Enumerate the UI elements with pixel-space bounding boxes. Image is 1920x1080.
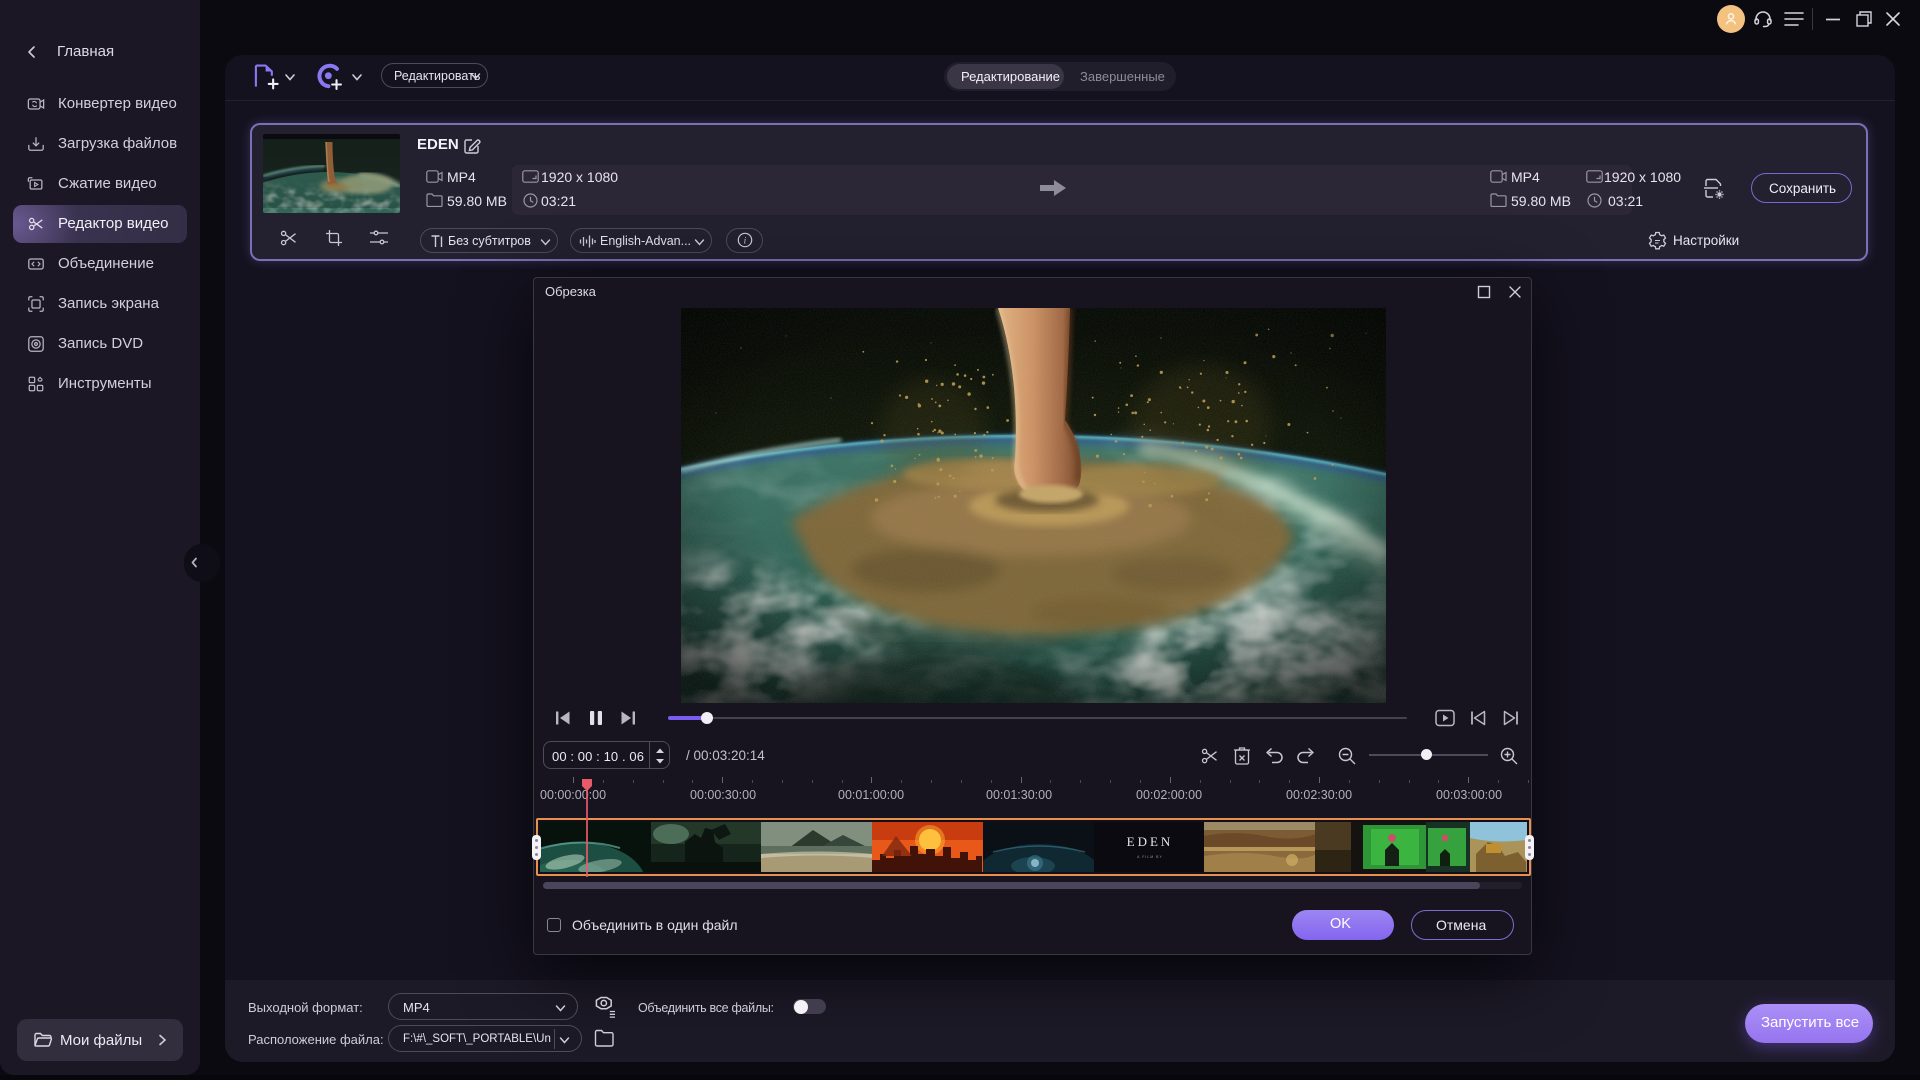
svg-text:i: i [744, 236, 747, 246]
svg-text:A FILM BY: A FILM BY [1137, 855, 1163, 859]
svg-text:EDEN: EDEN [1127, 834, 1174, 849]
